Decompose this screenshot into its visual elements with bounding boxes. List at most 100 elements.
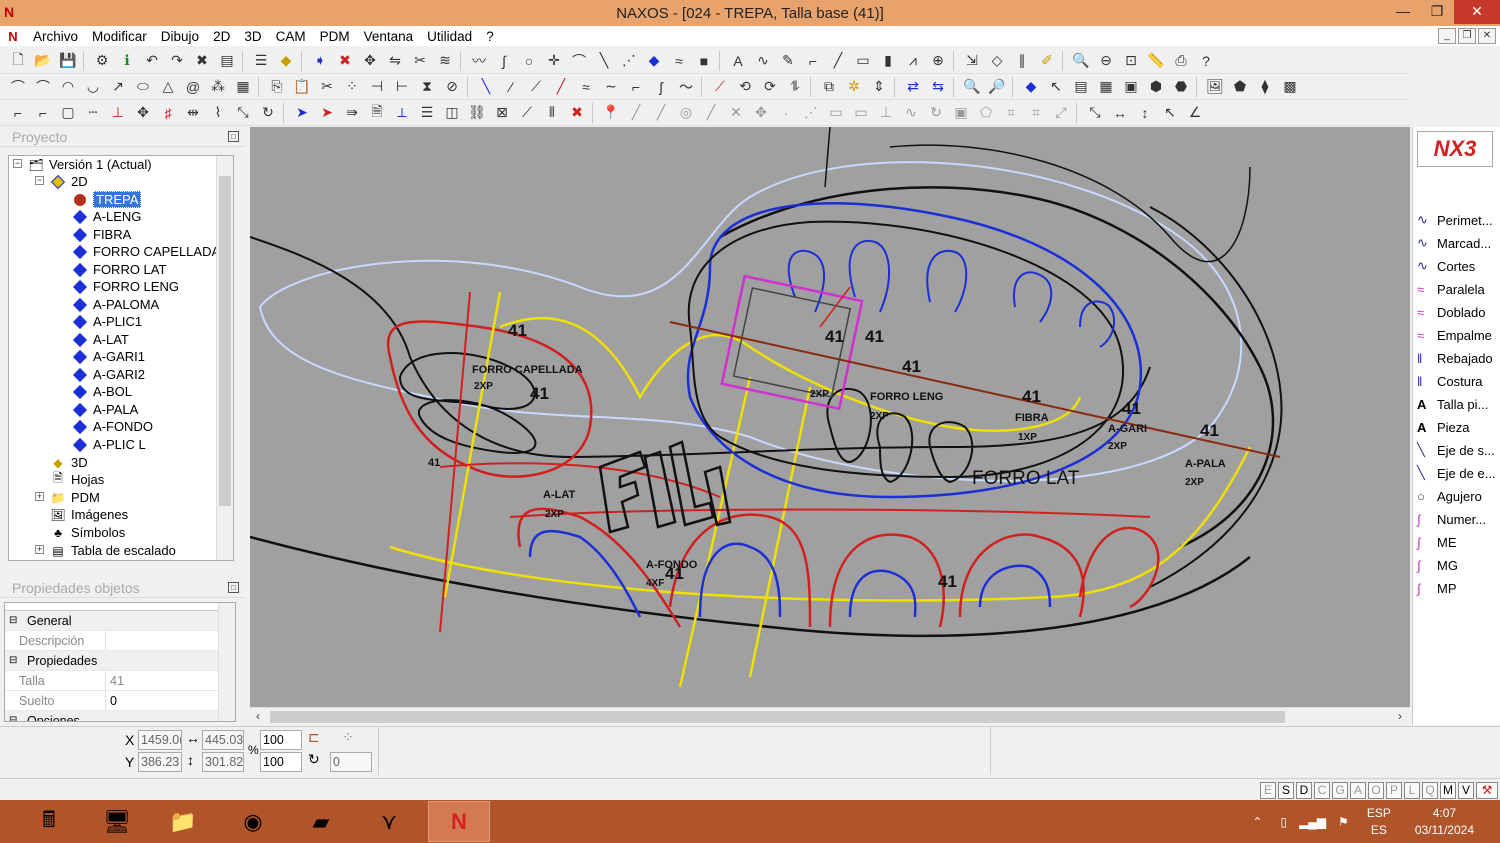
menu-3d[interactable]: 3D [237,29,268,44]
props-scrollbar[interactable] [218,603,235,721]
scroll-right-arrow-icon[interactable]: › [1398,709,1402,723]
blue-diamond-icon[interactable]: ◆ [642,50,666,72]
mdi-minimize-button[interactable]: _ [1438,28,1456,44]
cut-line-icon[interactable]: ╱ [549,76,573,98]
send-icon[interactable]: ➤ [290,102,314,124]
grey-frame-icon[interactable]: ⌗ [999,102,1023,124]
menu-help[interactable]: ? [479,29,501,44]
flag-q[interactable]: Q [1422,782,1438,799]
flag-g[interactable]: G [1332,782,1348,799]
parallel-icon[interactable]: ∕ [499,76,523,98]
flag-a[interactable]: A [1350,782,1366,799]
battery-icon[interactable]: ▯ [1280,815,1287,829]
canvas-scroll-thumb[interactable] [270,711,1285,723]
tool-paralela[interactable]: ≈ Paralela [1417,279,1485,299]
ellipse-icon[interactable]: ⬭ [131,76,155,98]
zigzag-icon[interactable]: ≈ [667,50,691,72]
pointer-icon[interactable]: ⤡ [231,102,255,124]
tree-item-simbolos[interactable]: ♣ Símbolos [51,524,125,541]
scale-y-field[interactable]: 100 [260,752,302,772]
cross-red-icon[interactable]: ✖ [565,102,589,124]
arc-icon[interactable]: ⌒ [567,50,591,72]
copy-arrow-icon[interactable]: ⇛ [340,102,364,124]
rotate-left-icon[interactable]: ⟲ [733,76,757,98]
shape-icon[interactable]: ⬟ [1228,76,1252,98]
talla-field[interactable]: 41 [105,671,235,690]
save-icon[interactable]: 💾 [56,50,80,72]
collapse-general-toggle[interactable]: ⊟ [9,615,21,626]
group-propiedades[interactable]: ⊟ Propiedades [5,651,235,671]
tree-item-a-gari1[interactable]: A-GARI1 [72,348,145,365]
columns-icon[interactable]: ◫ [440,102,464,124]
paint-icon[interactable]: ◆ [274,50,298,72]
naxos-taskbar-icon[interactable]: N [428,801,490,842]
refresh-icon[interactable]: ↻ [256,102,280,124]
grey-dash-icon[interactable]: ⋰ [799,102,823,124]
flag-o[interactable]: O [1368,782,1384,799]
node-icon[interactable]: ⋰ [617,50,641,72]
tool-mp[interactable]: ∫ MP [1417,578,1457,598]
tool-doblado[interactable]: ≈ Doblado [1417,302,1485,322]
descripcion-field[interactable] [105,631,217,650]
stitch-icon[interactable]: ∥ [1010,50,1034,72]
cross-delete-icon[interactable]: ✖ [333,50,357,72]
redo-icon[interactable]: ↷ [165,50,189,72]
flag-l[interactable]: L [1404,782,1420,799]
notch-icon[interactable]: ⊥ [106,102,130,124]
export-icon[interactable]: ⇲ [960,50,984,72]
image-icon[interactable]: 🖼 [1203,76,1227,98]
page-icon[interactable]: ▢ [56,102,80,124]
flag-m[interactable]: M [1440,782,1456,799]
offset-icon[interactable]: ╲ [474,76,498,98]
tree-item-version[interactable]: 🗂 Versión 1 (Actual) [28,156,151,173]
tree-item-forro-leng[interactable]: FORRO LENG [72,278,179,295]
tool-empalme[interactable]: ≈ Empalme [1417,325,1492,345]
document-icon[interactable]: 🗎 [365,102,389,124]
bottle-icon[interactable]: ▮ [876,50,900,72]
grid-icon[interactable]: ▦ [1094,76,1118,98]
grey-x-icon[interactable]: ✕ [724,102,748,124]
props-float-button[interactable]: □ [228,582,239,593]
trim-icon[interactable]: ⊣ [365,76,389,98]
y-coord-field[interactable]: 386.23 [138,752,182,772]
tree-item-imagenes[interactable]: 🖼 Imágenes [50,506,128,523]
reshape-icon[interactable]: ⥮ [783,76,807,98]
pin-blue-icon[interactable]: 📍 [599,102,623,124]
corner-icon[interactable]: ⌐ [801,50,825,72]
tree-item-trepa[interactable]: TREPA [73,191,142,208]
nodes-icon[interactable]: ⁘ [340,76,364,98]
pin-icon[interactable]: ⊕ [926,50,950,72]
group-opciones[interactable]: ⊟ Opciones [5,711,235,721]
tree-item-a-plic-l[interactable]: A-PLIC L [72,436,146,453]
status-tool-icon[interactable]: ⚒ [1476,782,1498,799]
undo-icon[interactable]: ↶ [140,50,164,72]
flag-e[interactable]: E [1260,782,1276,799]
smooth-icon[interactable]: ∼ [599,76,623,98]
tool-rebajado[interactable]: ‖ Rebajado [1417,348,1493,368]
pattern-drawing[interactable]: 41 41 FORRO CAPELLADA 2XP 41 41 41 41 41… [250,127,1410,707]
tree-item-2d[interactable]: 2D [50,173,88,190]
flag-c[interactable]: C [1314,782,1330,799]
tool-eje-simetria[interactable]: ╲ Eje de s... [1417,440,1495,460]
signal-icon[interactable]: ▂▄▆ [1299,815,1326,829]
tree-item-a-fondo[interactable]: A-FONDO [72,418,153,435]
arc-tool-1-icon[interactable]: ⌒ [6,76,30,98]
layers-icon[interactable]: ☰ [249,50,273,72]
grey-rotate-icon[interactable]: ↻ [924,102,948,124]
grey-dot-icon[interactable]: · [774,102,798,124]
grey-ruler-2-icon[interactable]: ▭ [849,102,873,124]
measure-icon[interactable]: ✐ [1035,50,1059,72]
zoom-out-icon[interactable]: ⊖ [1094,50,1118,72]
flag-icon[interactable]: ⚑ [1338,815,1349,829]
grade-icon[interactable]: ⇆ [926,76,950,98]
text-icon[interactable]: A [726,50,750,72]
mdi-restore-button[interactable]: ❐ [1458,28,1476,44]
suelto-field[interactable]: 0 [105,691,235,710]
calculator-icon[interactable]: 🖩 [18,801,80,842]
grid-snap-icon[interactable]: ⁘ [342,729,354,746]
hash-icon[interactable]: ♯ [156,102,180,124]
tool-pieza[interactable]: A Pieza [1417,417,1470,437]
angle-icon[interactable]: ∠ [1183,102,1207,124]
grey-line-2-icon[interactable]: ╱ [649,102,673,124]
height-field[interactable]: 301.82 [202,752,244,772]
